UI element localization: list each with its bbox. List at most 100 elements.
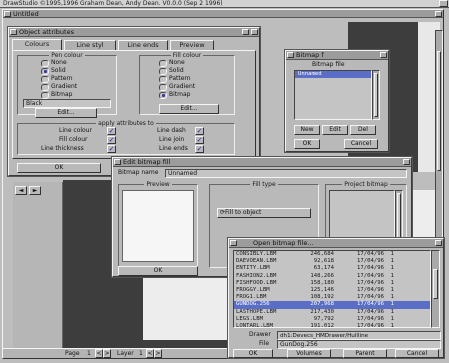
- open-bitmap-file-title-bar[interactable]: Open bitmap file...: [229, 239, 443, 248]
- table-row[interactable]: CONSIBLY.LBM 246,684 17/04/96 1: [234, 251, 430, 258]
- pen-radio-solid[interactable]: [41, 68, 49, 75]
- open-bitmap-file-close-icon[interactable]: [230, 240, 237, 246]
- tab-line-style[interactable]: Line styl: [64, 40, 116, 50]
- scroll-right-button[interactable]: ►: [29, 186, 41, 195]
- table-row[interactable]: LASTHOPE.LBM 217,430 17/04/96 1: [234, 309, 430, 316]
- page-label: Page: [65, 350, 80, 357]
- pen-radio-none[interactable]: [41, 60, 49, 67]
- tab-colours[interactable]: Colours: [12, 39, 62, 50]
- file-time: 1: [390, 322, 394, 328]
- bitmap-name-label: Bitmap name: [118, 169, 159, 176]
- file-time: 1: [390, 301, 394, 308]
- bitmap-files-list[interactable]: Unnamed: [294, 70, 372, 120]
- bitmap-files-scrollbar[interactable]: [372, 70, 380, 120]
- file-list[interactable]: CONSIBLY.LBM 246,684 17/04/96 1 DAEVOEAN.LBM…: [233, 250, 431, 328]
- document-scroll-knob[interactable]: [437, 51, 441, 171]
- bitmap-files-title-bar[interactable]: Bitmap f: [286, 51, 388, 60]
- pen-colour-value[interactable]: Black: [23, 99, 111, 108]
- screen-depth-icon[interactable]: [439, 0, 448, 7]
- bitmap-edit-button[interactable]: Edit: [322, 125, 348, 135]
- open-volumes-button[interactable]: Volumes: [287, 349, 331, 358]
- table-row[interactable]: FASHION2.LBM 148,266 17/04/96 1: [234, 273, 430, 280]
- bitmap-name-field[interactable]: Unnamed: [165, 169, 407, 178]
- file-list-scroll-knob[interactable]: [433, 269, 438, 299]
- document-close-icon[interactable]: [4, 11, 11, 17]
- open-ok-button[interactable]: OK: [233, 349, 273, 358]
- tab-line-ends[interactable]: Line ends: [118, 40, 168, 50]
- file-field[interactable]: GunDog.256: [277, 340, 441, 349]
- pen-radio-gradient[interactable]: [41, 84, 49, 91]
- project-bitmap-scroll-knob[interactable]: [397, 193, 401, 243]
- page-prev-button[interactable]: <: [95, 349, 103, 358]
- drawer-field[interactable]: dh1:Devecs_HMDrawer/Hullline: [277, 331, 441, 340]
- pen-colour-value-text: Black: [26, 100, 43, 107]
- edit-bitmap-fill-depth-icon[interactable]: [403, 159, 410, 165]
- fill-edit-button[interactable]: Edit...: [159, 104, 219, 114]
- page-next-button[interactable]: >: [103, 349, 111, 358]
- fill-radio-none[interactable]: [159, 60, 167, 67]
- pen-edit-button[interactable]: Edit...: [35, 108, 97, 118]
- apply-line-ends-check[interactable]: ✓: [195, 145, 204, 153]
- pen-radio-pattern[interactable]: [41, 76, 49, 83]
- fill-radio-gradient[interactable]: [159, 84, 167, 91]
- apply-line-join-check[interactable]: ✓: [195, 136, 204, 144]
- edit-bitmap-fill-title-bar[interactable]: Edit bitmap fill: [113, 158, 411, 167]
- fill-radio-solid[interactable]: [159, 68, 167, 75]
- bitmap-files-depth-icon[interactable]: [380, 52, 387, 58]
- table-row[interactable]: LONTARL.LBM 191,012 17/04/96 1: [234, 322, 430, 328]
- bitmap-delete-button[interactable]: Del: [350, 125, 376, 135]
- object-attributes-title-bar[interactable]: Object attributes: [9, 28, 259, 37]
- document-title-bar[interactable]: Untitled: [3, 10, 443, 18]
- table-row[interactable]: LEGS.LBM 97,792 17/04/96 1: [234, 316, 430, 323]
- table-row[interactable]: FROGGY.LBM 125,146 17/04/96 1: [234, 287, 430, 294]
- apply-fill-colour-check[interactable]: ✓: [107, 136, 116, 144]
- bitmap-files-scroll-knob[interactable]: [374, 73, 378, 117]
- preview-title: Preview: [144, 181, 172, 188]
- bitmap-new-button[interactable]: New: [294, 125, 320, 135]
- bitmap-files-cancel-button[interactable]: Cancel: [344, 139, 378, 149]
- layer-prev-button[interactable]: <: [146, 349, 154, 358]
- apply-line-dash-check[interactable]: ✓: [195, 127, 204, 135]
- apply-line-colour-check[interactable]: ✓: [107, 127, 116, 135]
- file-size: 207,968: [310, 301, 334, 308]
- apply-line-thickness-check[interactable]: ✓: [107, 145, 116, 153]
- edit-bitmap-fill-ok-button[interactable]: OK: [118, 266, 198, 276]
- file-date: 17/04/96: [357, 279, 384, 286]
- scroll-left-button[interactable]: ◄: [15, 186, 27, 195]
- fill-radio-bitmap[interactable]: [159, 92, 167, 99]
- document-depth-icon[interactable]: [435, 11, 442, 17]
- table-row[interactable]: GUNDOG.256 207,968 17/04/96 1: [234, 301, 430, 309]
- object-attributes-zoom-icon[interactable]: [242, 29, 249, 35]
- bitmap-files-ok-button[interactable]: OK: [294, 139, 320, 149]
- open-bitmap-file-depth-icon[interactable]: [435, 240, 442, 246]
- table-row[interactable]: FISHFOOD.LBM 158,180 17/04/96 1: [234, 280, 430, 287]
- file-date: 17/04/96: [357, 315, 384, 322]
- file-name: LASTHOPE.LBM: [236, 308, 277, 315]
- table-row[interactable]: FROG1.LBM 108,192 17/04/96 1: [234, 294, 430, 301]
- object-attributes-ok-button[interactable]: OK: [17, 163, 101, 173]
- object-attributes-close-icon[interactable]: [10, 29, 17, 35]
- file-size: 108,192: [310, 294, 334, 301]
- fill-option-pattern: Pattern: [169, 75, 191, 82]
- bitmap-files-close-icon[interactable]: [287, 52, 294, 58]
- layer-next-button[interactable]: >: [154, 349, 162, 358]
- list-item[interactable]: Unnamed: [295, 71, 371, 79]
- open-parent-button[interactable]: Parent: [343, 349, 387, 358]
- table-row[interactable]: ENTITY.LBM 63,174 17/04/96 1: [234, 265, 430, 272]
- file-size: 158,180: [310, 279, 334, 286]
- open-cancel-button[interactable]: Cancel: [395, 349, 439, 358]
- amiga-screen: DrawStudio ©1995,1996 Graham Dean, Andy …: [0, 0, 449, 363]
- file-list-scrollbar[interactable]: [431, 250, 440, 328]
- file-value: GunDog.256: [280, 341, 318, 348]
- file-name: ENTITY.LBM: [236, 265, 270, 272]
- fill-radio-pattern[interactable]: [159, 76, 167, 83]
- table-row[interactable]: DAEVOEAN.LBM 92,618 17/04/96 1: [234, 258, 430, 265]
- pen-radio-bitmap[interactable]: [41, 92, 49, 99]
- open-bitmap-file-title: Open bitmap file...: [253, 239, 314, 247]
- fill-option-none: None: [169, 59, 185, 66]
- object-attributes-depth-icon[interactable]: [251, 29, 258, 35]
- file-date: 17/04/96: [357, 258, 384, 265]
- edit-bitmap-fill-close-icon[interactable]: [114, 159, 121, 165]
- fill-to-object-cycle[interactable]: ⟳Fill to object: [217, 208, 311, 218]
- tab-preview[interactable]: Preview: [170, 40, 214, 50]
